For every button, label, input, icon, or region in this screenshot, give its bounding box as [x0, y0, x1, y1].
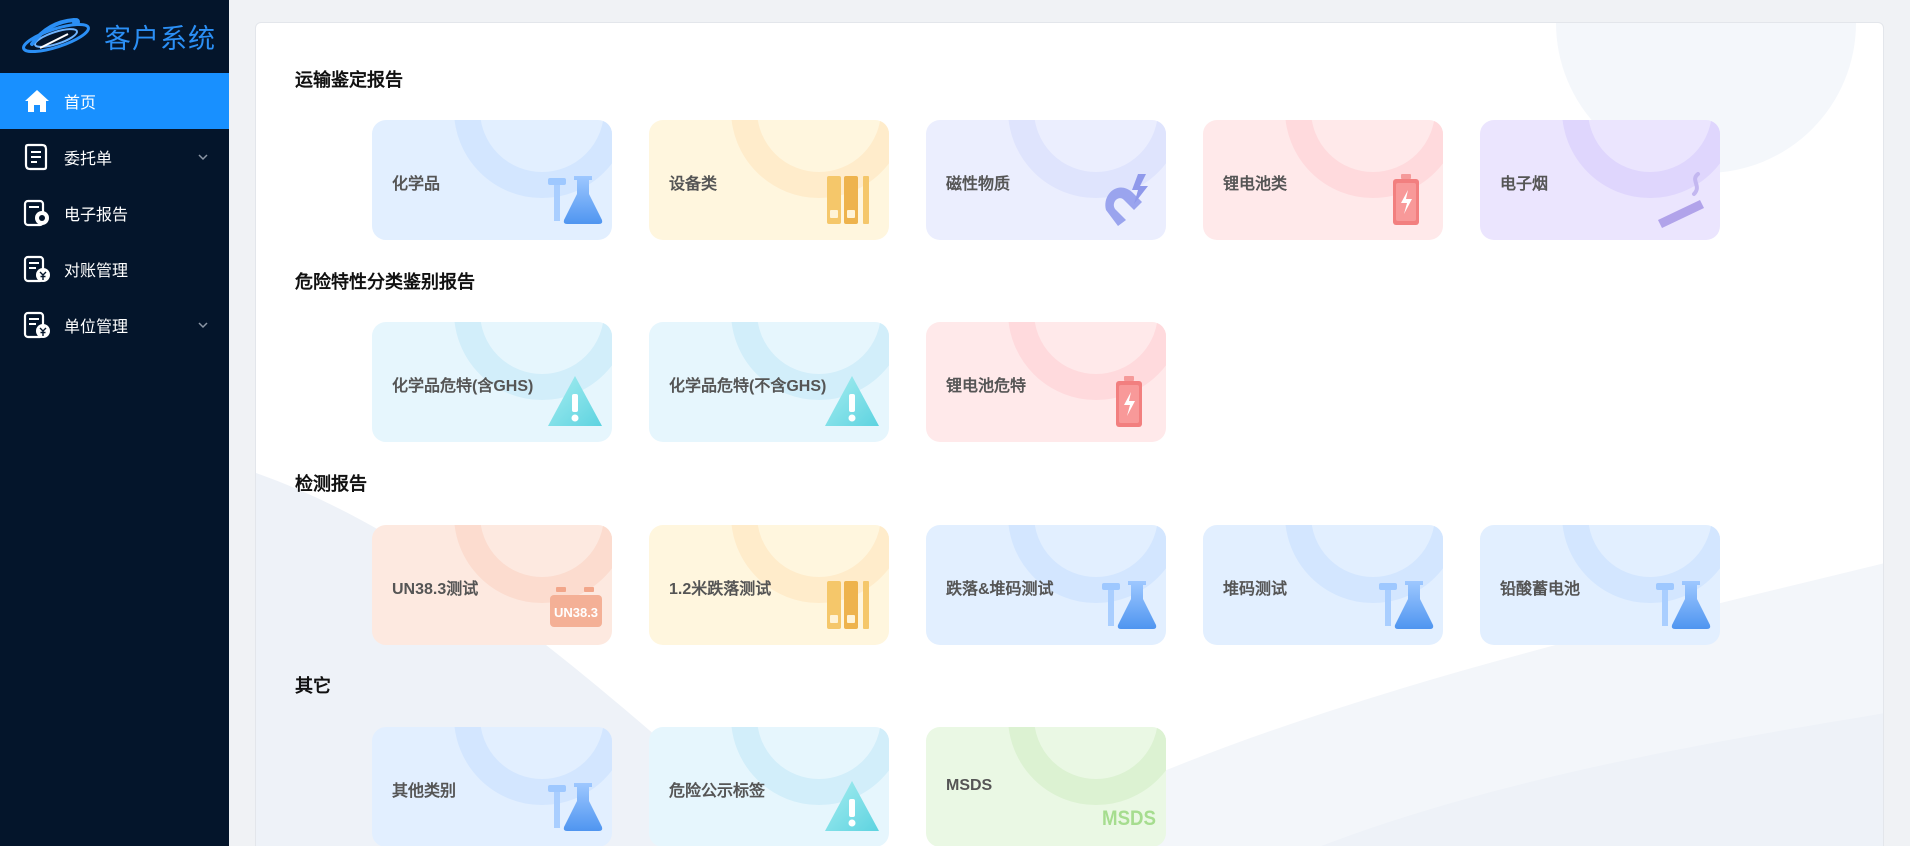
- sidebar: 客户系统 首页 委托单 电子报告 对账管理 单位管理: [0, 0, 229, 846]
- card-label: 铅酸蓄电池: [1500, 581, 1581, 598]
- card-label: 跌落&堆码测试: [946, 581, 1054, 598]
- sidebar-item-home[interactable]: 首页: [0, 73, 229, 129]
- bill-icon: [22, 254, 52, 284]
- app-logo[interactable]: 客户系统: [0, 0, 229, 73]
- card-label: 锂电池类: [1223, 176, 1288, 193]
- flask-icon: [1656, 581, 1711, 629]
- warning-icon: [825, 781, 879, 831]
- app-title: 客户系统: [104, 24, 216, 54]
- battery-icon: [1393, 174, 1419, 225]
- card-label: 堆码测试: [1223, 581, 1288, 598]
- un383-battery-icon: UN38.3: [550, 587, 602, 627]
- sidebar-item-label: 首页: [64, 95, 97, 112]
- section-title-other: 其它: [295, 676, 331, 696]
- cigarette-icon: [1658, 172, 1704, 228]
- logo-icon: [22, 17, 90, 53]
- chevron-down-icon[interactable]: [197, 319, 209, 331]
- card-other-category[interactable]: 其他类别: [372, 727, 612, 846]
- sidebar-item-company[interactable]: 单位管理: [0, 297, 229, 353]
- card-magnetic[interactable]: 磁性物质: [926, 120, 1166, 240]
- sidebar-item-label: 委托单: [64, 151, 113, 168]
- section-title-test-reports: 检测报告: [295, 474, 367, 494]
- flask-icon: [1379, 581, 1434, 629]
- msds-icon: MSDS: [1102, 807, 1156, 830]
- card-chemical-hazard-no-ghs[interactable]: 化学品危特(不含GHS): [649, 322, 889, 442]
- card-label: 锂电池危特: [946, 378, 1027, 395]
- msds-icon-text: MSDS: [1102, 807, 1156, 830]
- un383-icon-text: UN38.3: [554, 605, 598, 620]
- binders-icon: [827, 176, 869, 224]
- card-label: 化学品: [392, 176, 441, 193]
- card-un383-test[interactable]: UN38.3测试 UN38.3: [372, 525, 612, 645]
- card-label: 化学品危特(含GHS): [392, 378, 534, 395]
- battery-icon: [1116, 376, 1142, 427]
- card-lithium-battery-hazard[interactable]: 锂电池危特: [926, 322, 1166, 442]
- sidebar-item-e-reports[interactable]: 电子报告: [0, 185, 229, 241]
- report-view-icon: [22, 198, 52, 228]
- card-lead-acid-battery[interactable]: 铅酸蓄电池: [1480, 525, 1720, 645]
- warning-icon: [825, 376, 879, 426]
- card-drop-stack-test[interactable]: 跌落&堆码测试: [926, 525, 1166, 645]
- card-label: 其他类别: [392, 783, 457, 800]
- company-icon: [22, 310, 52, 340]
- chevron-down-icon[interactable]: [197, 151, 209, 163]
- card-1-2m-drop-test[interactable]: 1.2米跌落测试: [649, 525, 889, 645]
- sidebar-item-orders[interactable]: 委托单: [0, 129, 229, 185]
- main-content: 运输鉴定报告 化学品 设备类 磁性物质 锂电池类 电子烟 危险特性分类鉴别报告 …: [229, 0, 1910, 846]
- card-equipment[interactable]: 设备类: [649, 120, 889, 240]
- magnet-icon: [1105, 174, 1148, 226]
- card-chemicals[interactable]: 化学品: [372, 120, 612, 240]
- card-e-cigarette[interactable]: 电子烟: [1480, 120, 1720, 240]
- sidebar-item-billing[interactable]: 对账管理: [0, 241, 229, 297]
- card-label: 危险公示标签: [669, 783, 766, 800]
- card-label: 设备类: [669, 176, 718, 193]
- home-icon: [22, 86, 52, 116]
- sidebar-item-label: 电子报告: [64, 207, 129, 224]
- flask-icon: [548, 783, 603, 831]
- card-label: MSDS: [946, 777, 993, 794]
- binders-icon: [827, 581, 869, 629]
- card-label: UN38.3测试: [392, 581, 479, 598]
- section-title-hazard-classification: 危险特性分类鉴别报告: [295, 272, 475, 292]
- dashboard-panel: 运输鉴定报告 化学品 设备类 磁性物质 锂电池类 电子烟 危险特性分类鉴别报告 …: [255, 22, 1884, 846]
- card-hazard-label[interactable]: 危险公示标签: [649, 727, 889, 846]
- card-lithium-battery[interactable]: 锂电池类: [1203, 120, 1443, 240]
- warning-icon: [548, 376, 602, 426]
- card-msds[interactable]: MSDS MSDS: [926, 727, 1166, 846]
- flask-icon: [548, 176, 603, 224]
- order-icon: [22, 142, 52, 172]
- card-label: 1.2米跌落测试: [669, 581, 772, 598]
- sidebar-item-label: 对账管理: [64, 263, 129, 280]
- card-chemical-hazard-ghs[interactable]: 化学品危特(含GHS): [372, 322, 612, 442]
- card-label: 电子烟: [1500, 176, 1549, 193]
- card-stack-test[interactable]: 堆码测试: [1203, 525, 1443, 645]
- section-title-transport: 运输鉴定报告: [295, 70, 403, 90]
- sidebar-item-label: 单位管理: [64, 319, 129, 336]
- card-label: 磁性物质: [946, 176, 1011, 193]
- flask-icon: [1102, 581, 1157, 629]
- card-label: 化学品危特(不含GHS): [669, 378, 827, 395]
